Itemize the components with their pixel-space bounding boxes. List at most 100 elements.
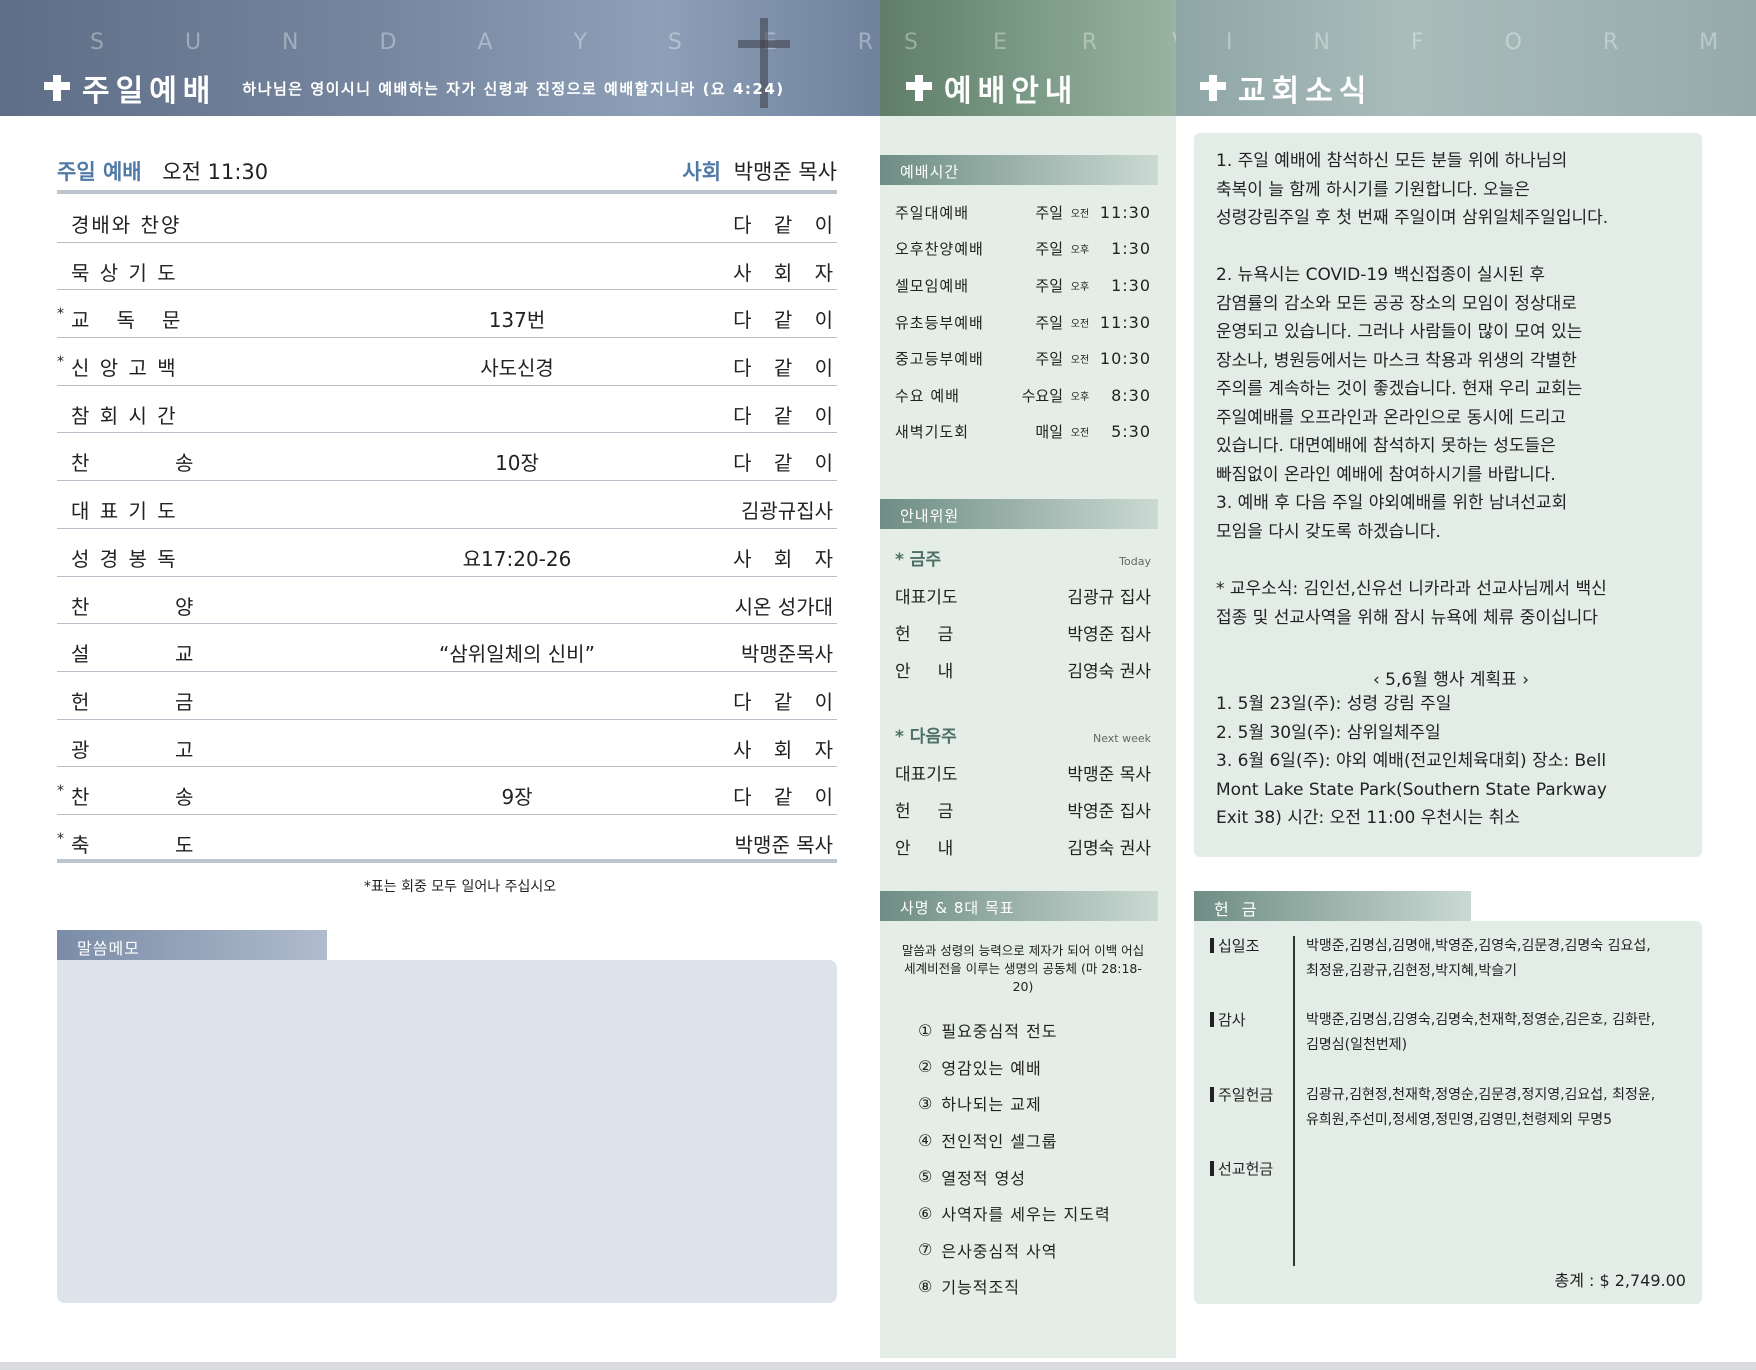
goal-number: ④ bbox=[918, 1130, 934, 1150]
usher-row: 대표기도 박맹준 목사 bbox=[895, 754, 1151, 791]
presider-label: 사회 bbox=[682, 160, 722, 184]
order-row: 참 회 시 간다 같 이 bbox=[57, 386, 837, 434]
service-time-row: 수요 예배 수요일 오후 8:30 bbox=[895, 377, 1151, 414]
usher-row: 안 내 김영숙 권사 bbox=[895, 651, 1151, 688]
goal-number: ② bbox=[918, 1057, 934, 1077]
header-service-info: S E R V I C E 예배안내 bbox=[880, 0, 1176, 116]
group-subtitle: Today bbox=[1119, 555, 1151, 568]
goal-item: ② 영감있는 예배 bbox=[918, 1049, 1158, 1086]
presider-group: 사회 박맹준 목사 bbox=[682, 156, 837, 186]
service-ampm: 오후 bbox=[1070, 245, 1090, 257]
order-item-leader: 다 같 이 bbox=[733, 451, 841, 476]
goal-text: 은사중심적 사역 bbox=[941, 1241, 1058, 1261]
usher-role: 대표기도 bbox=[895, 765, 958, 785]
offering-donors: 박맹준,김명심,김명애,박영준,김영숙,김문경,김명숙 김요섭,최정윤,김광규,… bbox=[1306, 938, 1651, 979]
offering-category-name: 주일헌금 bbox=[1218, 1086, 1274, 1104]
ushers-tab: 안내위원 bbox=[880, 499, 1158, 529]
goals-list: ① 필요중심적 전도 ② 영감있는 예배 ③ 하나되는 교제 ④ 전인적인 셀그룹 ⑤ 열정적 영… bbox=[918, 1012, 1158, 1305]
goal-number: ⑦ bbox=[918, 1240, 934, 1260]
usher-name: 김명숙 권사 bbox=[1067, 839, 1151, 859]
offering-category: 감사 bbox=[1210, 1009, 1246, 1030]
goal-item: ⑦ 은사중심적 사역 bbox=[918, 1232, 1158, 1269]
ushers-next-week: * 다음주 Next week 대표기도 박맹준 목사 헌 금 박영준 집사 안 내 김명… bbox=[895, 722, 1151, 865]
usher-role: 헌 금 bbox=[895, 625, 954, 645]
order-item-leader: 다 같 이 bbox=[733, 356, 841, 381]
header-ghost-text: I N F O R M A T I O N bbox=[1226, 30, 1756, 55]
service-heading: 주일 예배 오전 11:30 사회 박맹준 목사 bbox=[57, 156, 837, 186]
order-item-detail: 요17:20-26 bbox=[462, 546, 572, 571]
order-row: 성 경 봉 독 요17:20-26 사 회 자 bbox=[57, 529, 837, 577]
order-item-leader: 다 같 이 bbox=[733, 308, 841, 333]
order-item-name: 설 교 bbox=[71, 642, 196, 667]
cross-icon bbox=[906, 75, 932, 101]
service-clock: 11:30 bbox=[1099, 202, 1151, 222]
offering-tab: 헌 금 bbox=[1194, 891, 1471, 921]
order-item-leader: 사 회 자 bbox=[733, 260, 841, 285]
goal-text: 기능적조직 bbox=[941, 1278, 1020, 1298]
order-item-detail: 9장 bbox=[501, 785, 533, 810]
offering-donors: 김광규,김현정,천재학,정영순,김문경,정지영,김요섭, 최정윤,유희원,주선미… bbox=[1306, 1087, 1656, 1128]
service-time-row: 오후찬양예배 주일 오후 1:30 bbox=[895, 231, 1151, 268]
order-item-name: 경배와 찬양 bbox=[71, 213, 182, 237]
offering-donors: 박맹준,김명심,김영숙,김명숙,천재학,정영순,김은호, 김화란,김명심(일천번… bbox=[1306, 1012, 1656, 1053]
service-time-row: 셀모임예배 주일 오후 1:30 bbox=[895, 267, 1151, 304]
news-item-3: * 교우소식: 김인선,신유선 니카라과 선교사님께서 백신 접종 및 선교사역… bbox=[1216, 579, 1607, 628]
event-plan-title: ‹ 5,6월 행사 계획표 › bbox=[1372, 670, 1530, 690]
group-title: * 금주 bbox=[895, 550, 942, 570]
service-day: 수요일 bbox=[1021, 386, 1063, 405]
event-plan-list: 1. 5월 23일(주): 성령 강림 주일 2. 5월 30일(주): 삼위일… bbox=[1216, 694, 1607, 828]
service-ampm: 오전 bbox=[1070, 355, 1090, 367]
order-of-worship: 경배와 찬양 다 같 이묵 상 기 도사 회 자 * 교 독 문 137번 다 같 이 * 신… bbox=[57, 195, 837, 863]
goal-number: ③ bbox=[918, 1093, 934, 1113]
order-item-detail: 137번 bbox=[488, 308, 546, 333]
order-item-name: 참 회 시 간 bbox=[71, 403, 178, 428]
service-ampm: 오후 bbox=[1070, 281, 1090, 293]
usher-name: 김영숙 권사 bbox=[1067, 662, 1151, 682]
order-row: * 신 앙 고 백 사도신경 다 같 이 bbox=[57, 338, 837, 386]
service-day: 주일 bbox=[1035, 350, 1063, 369]
order-row: 경배와 찬양 다 같 이 bbox=[57, 195, 837, 243]
group-heading: * 다음주 Next week bbox=[895, 722, 1151, 754]
offering-category-name: 감사 bbox=[1218, 1011, 1246, 1029]
offering-category: 선교헌금 bbox=[1210, 1158, 1273, 1179]
order-item-leader: 다 같 이 bbox=[733, 785, 841, 810]
service-ampm: 오전 bbox=[1070, 318, 1090, 330]
header-title-row: 예배안내 bbox=[906, 66, 1078, 110]
usher-role: 안 내 bbox=[895, 839, 954, 859]
usher-row: 헌 금 박영준 집사 bbox=[895, 614, 1151, 651]
order-item-name: 신 앙 고 백 bbox=[71, 356, 178, 381]
order-item-name: 축 도 bbox=[71, 832, 196, 857]
memo-area[interactable] bbox=[57, 960, 837, 1303]
header-title: 주일예배 bbox=[82, 74, 217, 109]
usher-name: 박맹준 목사 bbox=[1067, 765, 1151, 785]
standing-mark: * bbox=[57, 354, 64, 371]
ushers-this-week: * 금주 Today 대표기도 김광규 집사 헌 금 박영준 집사 안 내 김영숙 권사 bbox=[895, 545, 1151, 688]
header-verse: 하나님은 영이시니 예배하는 자가 신령과 진정으로 예배할지니라 (요 4:2… bbox=[242, 79, 785, 98]
goal-text: 열정적 영성 bbox=[941, 1168, 1027, 1188]
order-item-name: 교 독 문 bbox=[71, 308, 183, 333]
memo-tab: 말씀메모 bbox=[57, 930, 327, 960]
standing-note: *표는 회중 모두 일어나 주십시오 bbox=[363, 879, 557, 895]
order-item-leader: 김광규집사 bbox=[741, 499, 833, 524]
service-ampm: 오후 bbox=[1070, 391, 1090, 403]
service-day: 주일 bbox=[1035, 276, 1063, 295]
order-item-leader: 사 회 자 bbox=[733, 737, 841, 762]
order-item-name: 대 표 기 도 bbox=[71, 499, 178, 524]
bullet-bar bbox=[1210, 1161, 1214, 1176]
order-item-leader: 다 같 이 bbox=[733, 689, 841, 714]
goal-item: ① 필요중심적 전도 bbox=[918, 1012, 1158, 1049]
presider-name: 박맹준 목사 bbox=[733, 160, 837, 184]
usher-name: 박영준 집사 bbox=[1067, 625, 1151, 645]
standing-mark: * bbox=[57, 783, 64, 800]
offering-divider bbox=[1293, 936, 1295, 1266]
header-title-row: 교회소식 bbox=[1200, 66, 1372, 110]
goal-item: ⑤ 열정적 영성 bbox=[918, 1158, 1158, 1195]
header-ghost-text: S E R V I C E bbox=[904, 30, 1176, 55]
bullet-bar bbox=[1210, 1087, 1214, 1102]
order-item-name: 찬 송 bbox=[71, 785, 196, 810]
service-clock: 8:30 bbox=[1111, 385, 1151, 405]
mission-statement: 말씀과 성령의 능력으로 제자가 되어 이백 어십 세계비전을 이루는 생명의 … bbox=[901, 943, 1145, 994]
header-title-row: 주일예배 하나님은 영이시니 예배하는 자가 신령과 진정으로 예배할지니라 (… bbox=[44, 66, 785, 110]
service-clock: 1:30 bbox=[1111, 239, 1151, 259]
order-item-detail: 10장 bbox=[495, 451, 539, 476]
